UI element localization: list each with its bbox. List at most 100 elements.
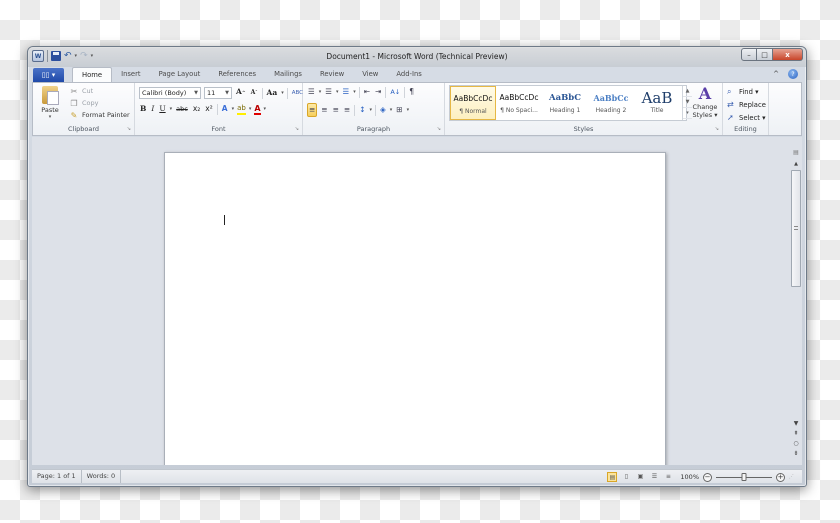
styles-dialog-launcher-icon[interactable]: ↘ <box>715 126 719 132</box>
underline-button[interactable]: U <box>158 103 166 115</box>
style-normal[interactable]: AaBbCcDc ¶ Normal <box>450 86 496 120</box>
multilevel-dropdown-icon[interactable]: ▾ <box>353 89 356 95</box>
underline-dropdown-icon[interactable]: ▾ <box>170 106 173 112</box>
change-case-button[interactable]: Aa <box>266 87 279 99</box>
bullets-dropdown-icon[interactable]: ▾ <box>319 89 322 95</box>
vertical-scrollbar[interactable]: ▤ ▲ ▼ ⇞ ○ ⇟ <box>790 137 802 465</box>
zoom-slider-thumb[interactable] <box>741 472 747 481</box>
tab-references[interactable]: References <box>209 67 265 82</box>
paste-dropdown-icon[interactable]: ▾ <box>37 114 63 120</box>
font-name-combo[interactable]: Calibri (Body) ▼ <box>139 87 201 99</box>
clipboard-group-label: Clipboard <box>67 125 100 133</box>
zoom-out-button[interactable]: − <box>703 472 712 482</box>
style-no-spacing[interactable]: AaBbCcDc ¶ No Spaci... <box>496 86 542 120</box>
copy-button[interactable]: ❐ Copy <box>69 97 130 109</box>
multilevel-list-button[interactable]: ☰ <box>342 86 351 98</box>
style-title[interactable]: AaB Title <box>634 86 680 120</box>
select-button[interactable]: ➚ Select ▾ <box>727 111 766 124</box>
subscript-button[interactable]: x₂ <box>192 103 201 115</box>
draft-view-icon[interactable]: ≡ <box>663 472 673 482</box>
paragraph-dialog-launcher-icon[interactable]: ↘ <box>437 126 441 132</box>
align-left-button[interactable]: ≡ <box>307 103 318 117</box>
strikethrough-button[interactable]: abc <box>175 103 189 115</box>
format-painter-button[interactable]: ✎ Format Painter <box>69 109 130 121</box>
font-group: Calibri (Body) ▼ 11 ▼ A^ Aˇ Aa ▾ ABC B I… <box>135 83 303 135</box>
sort-button[interactable]: A↓ <box>389 86 401 98</box>
decrease-indent-button[interactable]: ⇤ <box>363 86 371 98</box>
help-icon[interactable]: ? <box>788 69 798 79</box>
borders-dropdown-icon[interactable]: ▾ <box>407 107 410 113</box>
cut-button[interactable]: ✂ Cut <box>69 85 130 97</box>
style-heading-2[interactable]: AaBbCc Heading 2 <box>588 86 634 120</box>
tab-add-ins[interactable]: Add-Ins <box>387 67 430 82</box>
clear-formatting-button[interactable]: ABC <box>291 87 304 99</box>
shading-button[interactable]: ◈ <box>379 104 387 116</box>
numbering-dropdown-icon[interactable]: ▾ <box>336 89 339 95</box>
italic-button[interactable]: I <box>150 103 155 115</box>
scrollbar-thumb[interactable] <box>791 170 801 287</box>
numbering-button[interactable]: ☰ <box>324 86 333 98</box>
view-ruler-icon[interactable]: ▤ <box>791 149 801 158</box>
scroll-up-icon[interactable]: ▲ <box>791 161 801 169</box>
document-page[interactable] <box>164 152 666 465</box>
print-layout-view-icon[interactable]: ▤ <box>607 472 618 482</box>
tab-review[interactable]: Review <box>311 67 353 82</box>
close-button[interactable]: x <box>773 48 803 61</box>
clipboard-group: Paste ▾ ✂ Cut ❐ Copy ✎ Format Painter Cl… <box>33 83 135 135</box>
bullets-button[interactable]: ☰ <box>307 86 316 98</box>
file-tab-button[interactable]: ▯▯ ▾ <box>33 68 64 82</box>
highlight-color-button[interactable]: ab <box>237 104 246 115</box>
find-button[interactable]: ⌕ Find ▾ <box>727 85 766 98</box>
format-painter-label: Format Painter <box>82 111 130 119</box>
font-size-combo[interactable]: 11 ▼ <box>204 87 232 99</box>
center-button[interactable]: ≡ <box>320 104 328 116</box>
clipboard-dialog-launcher-icon[interactable]: ↘ <box>127 126 131 132</box>
text-cursor <box>224 215 225 225</box>
web-layout-view-icon[interactable]: ▣ <box>635 472 645 482</box>
previous-page-icon[interactable]: ⇞ <box>791 429 801 439</box>
font-color-button[interactable]: A <box>254 104 261 115</box>
grow-font-button[interactable]: A^ <box>235 86 247 100</box>
align-right-button[interactable]: ≡ <box>332 104 340 116</box>
text-effects-button[interactable]: A <box>221 103 229 115</box>
tab-page-layout[interactable]: Page Layout <box>150 67 210 82</box>
word-count[interactable]: Words: 0 <box>82 470 122 483</box>
replace-label: Replace <box>739 100 766 109</box>
change-styles-button[interactable]: A Change Styles ▾ <box>691 85 719 120</box>
minimize-button[interactable]: – <box>741 48 757 61</box>
font-dialog-launcher-icon[interactable]: ↘ <box>295 126 299 132</box>
line-spacing-dropdown-icon[interactable]: ▾ <box>369 107 372 113</box>
style-heading-1[interactable]: AaBbC Heading 1 <box>542 86 588 120</box>
tab-insert[interactable]: Insert <box>112 67 150 82</box>
line-spacing-button[interactable]: ↕ <box>358 104 366 116</box>
change-case-dropdown-icon[interactable]: ▾ <box>281 90 284 96</box>
minimize-ribbon-icon[interactable]: ^ <box>773 70 779 78</box>
tab-mailings[interactable]: Mailings <box>265 67 311 82</box>
zoom-slider[interactable] <box>716 472 772 482</box>
outline-view-icon[interactable]: ☰ <box>649 472 659 482</box>
increase-indent-button[interactable]: ⇥ <box>374 86 382 98</box>
shrink-font-button[interactable]: Aˇ <box>250 87 259 100</box>
browse-object-icon[interactable]: ○ <box>791 439 801 449</box>
borders-button[interactable]: ⊞ <box>395 104 403 116</box>
maximize-button[interactable]: □ <box>757 48 773 61</box>
zoom-in-button[interactable]: + <box>776 472 785 482</box>
tab-view[interactable]: View <box>353 67 387 82</box>
page-count[interactable]: Page: 1 of 1 <box>32 470 82 483</box>
next-page-icon[interactable]: ⇟ <box>791 449 801 459</box>
bold-button[interactable]: B <box>139 103 147 115</box>
replace-button[interactable]: ⇄ Replace <box>727 98 766 111</box>
shading-dropdown-icon[interactable]: ▾ <box>390 107 393 113</box>
full-screen-reading-view-icon[interactable]: ▯ <box>621 472 631 482</box>
zoom-level[interactable]: 100% <box>680 473 699 481</box>
scroll-down-icon[interactable]: ▼ <box>791 419 801 429</box>
highlight-dropdown-icon[interactable]: ▾ <box>249 106 252 112</box>
text-effects-dropdown-icon[interactable]: ▾ <box>232 106 235 112</box>
paste-button[interactable]: Paste ▾ <box>37 86 63 124</box>
show-formatting-marks-button[interactable]: ¶ <box>408 86 415 98</box>
resize-grip-icon[interactable]: ⋰ <box>789 474 794 480</box>
tab-home[interactable]: Home <box>72 67 113 82</box>
font-color-dropdown-icon[interactable]: ▾ <box>264 106 267 112</box>
superscript-button[interactable]: x² <box>204 103 213 115</box>
justify-button[interactable]: ≡ <box>343 104 351 116</box>
